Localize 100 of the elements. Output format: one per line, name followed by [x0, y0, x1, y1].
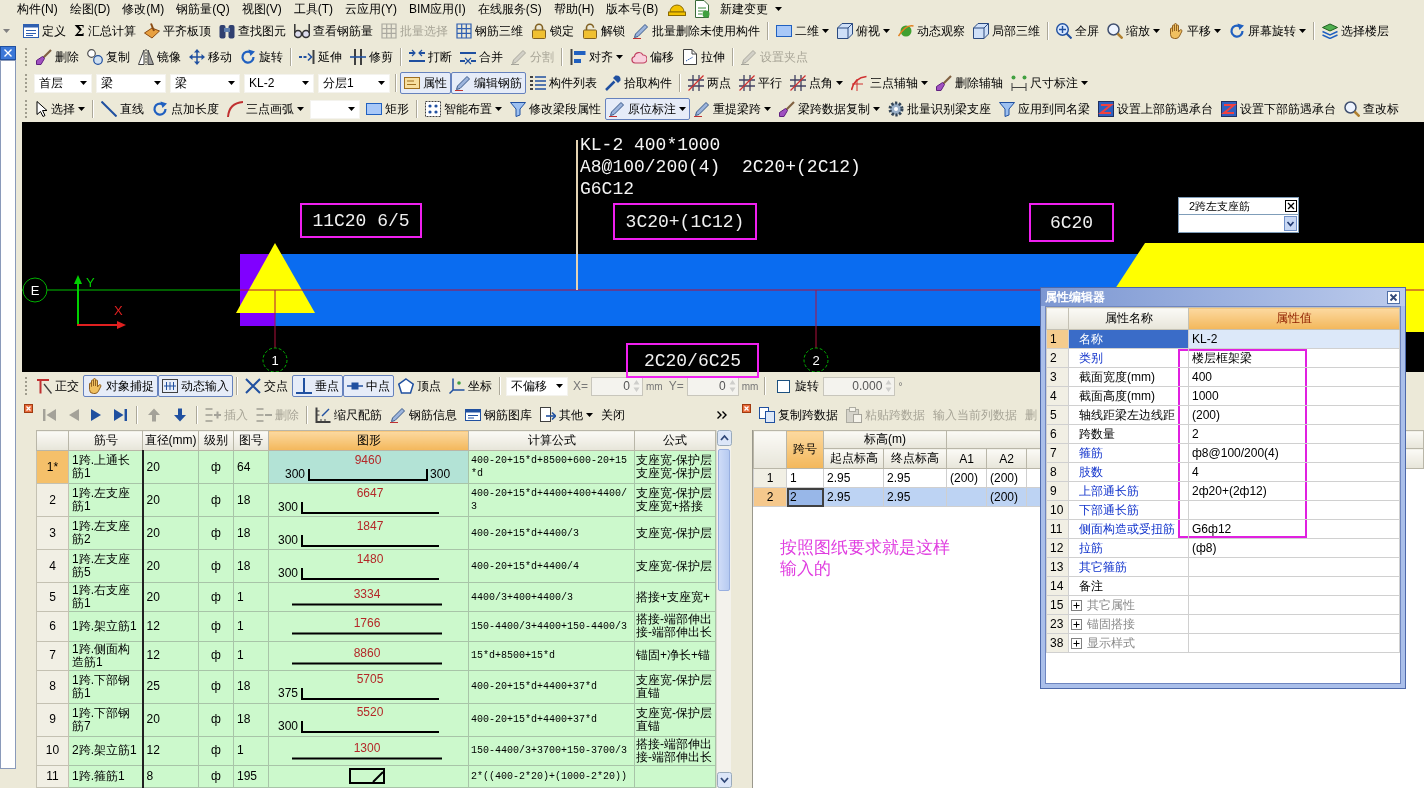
toolbar-button[interactable]: 对象捕捉 — [83, 375, 158, 397]
row-number[interactable]: 5 — [36, 582, 69, 612]
menu-item[interactable]: 构件(N) — [12, 0, 63, 18]
toolbar-button[interactable]: 查找图元 — [214, 20, 290, 42]
dropdown-field[interactable]: 梁 — [96, 73, 166, 93]
menu-item[interactable]: 修改(M) — [117, 0, 170, 18]
scrollbar-track[interactable] — [716, 430, 731, 788]
property-value[interactable]: 2 — [1188, 424, 1400, 444]
row-number[interactable]: 2 — [36, 483, 69, 517]
row-number[interactable]: 7 — [36, 641, 69, 671]
close-icon[interactable] — [0, 46, 16, 60]
column-header[interactable]: 直径(mm) — [142, 430, 199, 451]
toolbar-button[interactable]: 局部三维 — [968, 20, 1044, 42]
menu-item[interactable]: 新建变更 — [715, 0, 791, 18]
toolbar-button[interactable]: 批量删除未使用构件 — [628, 20, 764, 42]
toolbar-button[interactable]: 应用到同名梁 — [995, 98, 1094, 120]
toolbar-button[interactable]: 重提梁跨 — [690, 98, 775, 120]
toolbar-button[interactable]: 俯视 — [832, 20, 894, 42]
toolbar-button[interactable]: 修剪 — [346, 46, 397, 68]
table-cell[interactable]: (200) — [986, 468, 1027, 488]
row-number[interactable]: 10 — [36, 736, 69, 766]
toolbar-button[interactable]: 拉伸 — [678, 46, 729, 68]
toolbar-button[interactable]: 删除 — [32, 46, 83, 68]
property-value[interactable]: 400 — [1188, 367, 1400, 387]
menu-item[interactable]: 帮助(H) — [548, 0, 600, 18]
menu-item[interactable]: 云应用(Y) — [340, 0, 402, 18]
close-icon[interactable] — [1387, 290, 1400, 304]
toolbar-button[interactable]: 查改标 — [1340, 98, 1403, 120]
property-value[interactable]: ф8@100/200(4) — [1188, 443, 1400, 463]
toolbar-button[interactable]: 定义 — [19, 20, 70, 42]
row-number[interactable]: 8 — [36, 670, 69, 704]
menu-item[interactable]: 工具(T) — [288, 0, 338, 18]
toolbar-button[interactable]: 编辑钢筋 — [451, 72, 526, 94]
column-header[interactable]: 跨号 — [786, 430, 824, 469]
toolbar-button[interactable]: 动态输入 — [158, 375, 233, 397]
toolbar-button[interactable]: 屏幕旋转 — [1224, 20, 1310, 42]
toolbar-button[interactable]: 尺寸标注 — [1007, 72, 1092, 94]
toolbar-button[interactable]: 交点 — [241, 375, 292, 397]
checkbox[interactable] — [777, 379, 791, 393]
toolbar-button[interactable]: 选择楼层 — [1317, 20, 1393, 42]
menu-item[interactable]: 版本号(B) — [601, 0, 664, 18]
menu-item[interactable]: 绘图(D) — [64, 0, 116, 18]
helmet-icon[interactable] — [668, 2, 687, 16]
toolbar-button[interactable]: 批量识别梁支座 — [884, 98, 995, 120]
scrollbar-thumb[interactable] — [718, 449, 730, 591]
property-value[interactable]: G6ф12 — [1188, 519, 1400, 539]
menu-item[interactable]: BIM应用(I) — [404, 0, 471, 18]
toolbar-button[interactable]: 拾取构件 — [601, 72, 676, 94]
toolbar-button[interactable]: 缩尺配筋 — [311, 404, 386, 426]
toolbar-button[interactable]: 钢筋信息 — [386, 404, 461, 426]
property-value[interactable]: 2ф20+(2ф12) — [1188, 481, 1400, 501]
toolbar-button[interactable]: 对齐 — [566, 46, 627, 68]
caret-icon[interactable] — [3, 29, 10, 33]
toolbar-button[interactable]: 设置上部筋遇承台 — [1094, 98, 1217, 120]
caret-down-icon[interactable] — [717, 772, 732, 788]
toolbar-button[interactable]: 矩形 — [362, 98, 413, 120]
column-header[interactable]: 计算公式 — [468, 430, 635, 451]
property-value[interactable]: (ф8) — [1188, 538, 1400, 558]
toolbar-button[interactable]: 平行 — [735, 72, 786, 94]
dropdown-field[interactable]: 梁 — [170, 73, 240, 93]
row-number[interactable]: 11 — [36, 765, 69, 788]
column-header[interactable]: 图形 — [268, 430, 469, 451]
toolbar-button[interactable]: 移动 — [185, 46, 236, 68]
toolbar-button[interactable]: 三点画弧 — [223, 98, 308, 120]
chevrons-icon[interactable] — [717, 411, 727, 419]
skip-to-end-icon[interactable] — [113, 408, 127, 422]
toolbar-button[interactable]: 中点 — [343, 375, 394, 397]
toolbar-button[interactable]: 三点辅轴 — [847, 72, 932, 94]
menu-item[interactable]: 在线服务(S) — [472, 0, 547, 18]
toolbar-button[interactable]: 平移 — [1163, 20, 1225, 42]
column-header[interactable]: 公式 — [634, 430, 716, 451]
toolbar-button[interactable]: 关闭 — [597, 404, 629, 426]
toolbar-button[interactable]: 全屏 — [1051, 20, 1103, 42]
column-header[interactable]: 筋号 — [68, 430, 143, 451]
property-value[interactable]: 1000 — [1188, 386, 1400, 406]
dropdown-field[interactable] — [310, 99, 360, 119]
plus-icon[interactable] — [1071, 637, 1082, 649]
property-value[interactable]: 4 — [1188, 462, 1400, 482]
plus-icon[interactable] — [1071, 618, 1082, 630]
toolbar-button[interactable]: 修改梁段属性 — [506, 98, 605, 120]
toolbar-button[interactable]: 打断 — [405, 46, 456, 68]
toolbar-button[interactable]: 坐标 — [445, 375, 496, 397]
close-icon[interactable] — [742, 404, 751, 413]
toolbar-button[interactable]: 平齐板顶 — [139, 20, 215, 42]
row-number[interactable]: 6 — [36, 611, 69, 642]
row-number[interactable]: 9 — [36, 703, 69, 737]
toolbar-button[interactable]: 原位标注 — [605, 98, 690, 120]
dropdown-field[interactable]: 不偏移 — [506, 376, 568, 396]
toolbar-button[interactable]: 梁跨数据复制 — [775, 98, 884, 120]
next-icon[interactable] — [91, 408, 101, 422]
menu-item[interactable]: 视图(V) — [236, 0, 287, 18]
toolbar-button[interactable]: 属性 — [400, 72, 451, 94]
toolbar-button[interactable]: 设置下部筋遇承台 — [1217, 98, 1340, 120]
dropdown-field[interactable]: KL-2 — [244, 73, 314, 93]
toolbar-button[interactable]: 智能布置 — [421, 98, 506, 120]
toolbar-button[interactable]: 其他 — [536, 404, 597, 426]
toolbar-button[interactable]: 垂点 — [292, 375, 343, 397]
toolbar-button[interactable]: 解锁 — [577, 20, 629, 42]
toolbar-button[interactable]: 缩放 — [1102, 20, 1164, 42]
toolbar-button[interactable]: 旋转 — [236, 46, 287, 68]
